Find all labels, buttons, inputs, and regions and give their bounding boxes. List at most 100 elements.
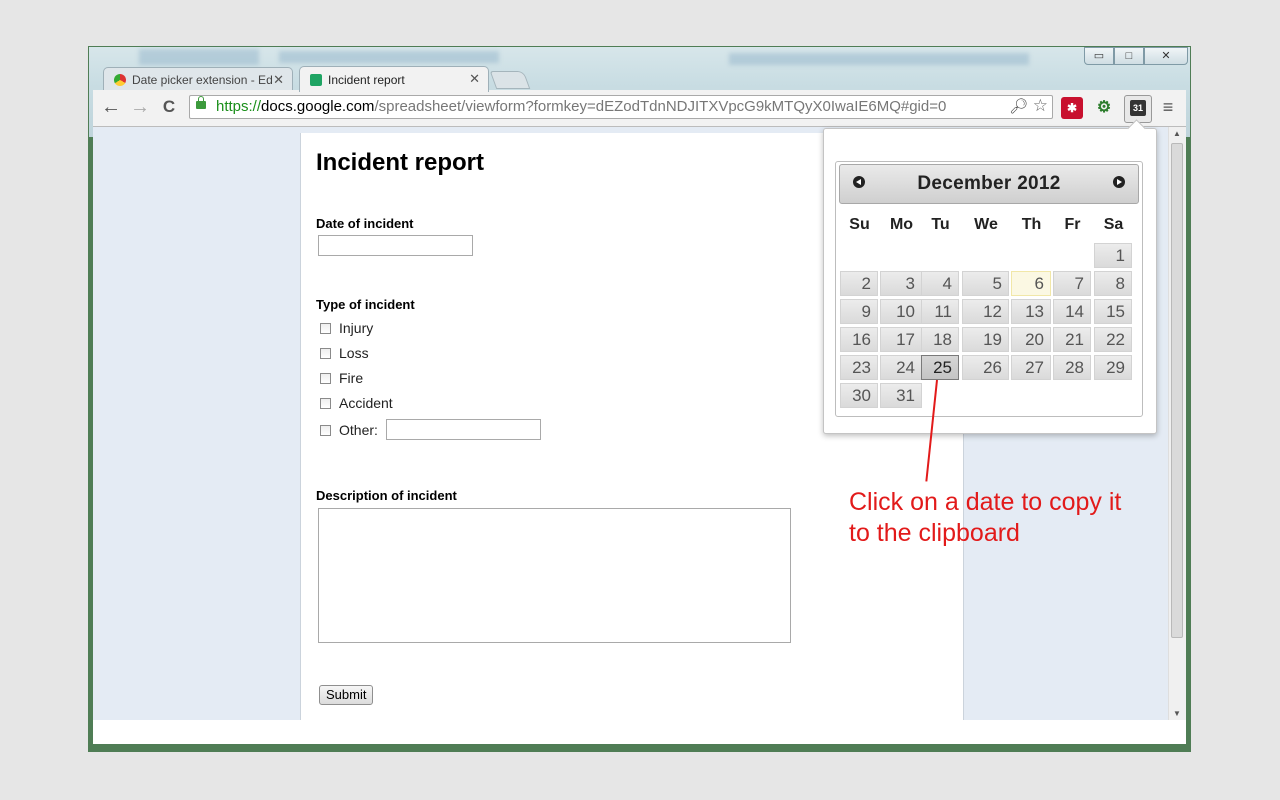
checkbox[interactable] (320, 347, 331, 359)
address-bar[interactable]: https://docs.google.com/spreadsheet/view… (189, 95, 1053, 119)
url-path: /spreadsheet/viewform?formkey=dEZodTdnND… (374, 98, 947, 115)
checkbox[interactable] (320, 322, 331, 334)
weekday-label: Mo (889, 216, 914, 233)
calendar-day[interactable]: 2 (840, 271, 878, 296)
reload-button[interactable]: C (157, 96, 181, 120)
checkbox[interactable] (320, 372, 331, 384)
option-fire[interactable]: Fire (320, 370, 363, 386)
description-textarea[interactable] (318, 508, 791, 643)
weekday-label: Tu (931, 216, 950, 233)
calendar-day[interactable]: 23 (840, 355, 878, 380)
url-scheme: https:// (216, 98, 262, 115)
weekday-label: We (974, 216, 998, 233)
checkbox[interactable] (320, 424, 331, 436)
type-of-incident-label: Type of incident (316, 297, 415, 312)
calendar-day[interactable]: 17 (880, 327, 922, 352)
search-icon[interactable]: 🔎︎ (1008, 96, 1028, 118)
back-button[interactable]: ← (99, 96, 123, 120)
description-label: Description of incident (316, 488, 457, 503)
calendar-31-icon: 31 (1130, 100, 1146, 116)
calendar-day[interactable]: 4 (921, 271, 959, 296)
calendar-day[interactable]: 5 (962, 271, 1009, 296)
submit-button[interactable]: Submit (319, 685, 374, 705)
calendar-day[interactable]: 15 (1094, 299, 1132, 324)
option-label: Fire (339, 370, 364, 386)
calendar-day[interactable]: 12 (962, 299, 1009, 324)
other-input[interactable] (386, 419, 541, 440)
weekday-label: Su (849, 216, 870, 233)
calendar-day[interactable]: 19 (962, 327, 1009, 352)
close-tab-icon[interactable]: ✕ (469, 71, 480, 87)
status-area (93, 720, 1186, 744)
tab-date-picker-extension[interactable]: Date picker extension - Ed ✕ (103, 67, 293, 91)
calendar-day[interactable]: 25 (921, 355, 959, 380)
calendar-day[interactable]: 22 (1094, 327, 1132, 352)
scroll-down-icon[interactable]: ▼ (1173, 709, 1181, 718)
calendar-day[interactable]: 29 (1094, 355, 1132, 380)
scrollbar-thumb[interactable] (1171, 143, 1183, 638)
calendar-day[interactable]: 28 (1053, 355, 1091, 380)
calendar-extension-button[interactable]: 31 (1124, 95, 1152, 123)
date-of-incident-label: Date of incident (316, 216, 414, 231)
calendar-month: December 2012 (917, 173, 1061, 194)
date-of-incident-input[interactable] (318, 235, 473, 256)
tools-icon[interactable]: ⚙ (1093, 97, 1115, 119)
weekday-label: Sa (1103, 216, 1124, 233)
option-label: Accident (339, 395, 393, 411)
weekday-label: Fr (1064, 216, 1081, 233)
close-tab-icon[interactable]: ✕ (273, 72, 284, 88)
menu-icon[interactable]: ≡ (1156, 96, 1180, 120)
google-forms-icon (310, 73, 322, 86)
calendar-day[interactable]: 26 (962, 355, 1009, 380)
url-host: docs.google.com (261, 98, 375, 115)
tab-title: Incident report (328, 72, 405, 87)
calendar-day[interactable]: 20 (1011, 327, 1051, 352)
calendar-day[interactable]: 27 (1011, 355, 1051, 380)
vertical-scrollbar[interactable]: ▲ ▼ (1168, 127, 1186, 720)
calendar-day[interactable]: 7 (1053, 271, 1091, 296)
option-loss[interactable]: Loss (320, 345, 369, 361)
calendar-day[interactable]: 13 (1011, 299, 1051, 324)
calendar-day[interactable]: 14 (1053, 299, 1091, 324)
lastpass-icon[interactable]: ✱ (1061, 97, 1083, 119)
calendar-day[interactable]: 18 (921, 327, 959, 352)
tab-title: Date picker extension - Ed (132, 72, 272, 87)
next-month-icon[interactable] (1113, 176, 1125, 188)
minimize-button[interactable]: ▭ (1084, 47, 1114, 65)
calendar-day[interactable]: 30 (840, 383, 878, 408)
calendar-day[interactable]: 24 (880, 355, 922, 380)
calendar-day[interactable]: 31 (880, 383, 922, 408)
page-title: Incident report (316, 149, 485, 176)
annotation-text: Click on a date to copy it to the clipbo… (849, 487, 1121, 549)
calendar-day[interactable]: 11 (921, 299, 959, 324)
calendar-day[interactable]: 3 (880, 271, 922, 296)
annotation-line-1: Click on a date to copy it (849, 488, 1122, 516)
calendar-day[interactable]: 16 (840, 327, 878, 352)
calendar-day[interactable]: 9 (840, 299, 878, 324)
browser-toolbar: ← → C https://docs.google.com/spreadshee… (93, 90, 1186, 127)
date-picker-popup: December 2012 Su Mo Tu We Th Fr Sa 1 2 3 4 5 6 7 8 9 10… (823, 128, 1157, 434)
lock-icon (196, 96, 206, 109)
calendar-day[interactable]: 21 (1053, 327, 1091, 352)
calendar-day[interactable]: 10 (880, 299, 922, 324)
calendar-day[interactable]: 6 (1011, 271, 1051, 296)
forward-button[interactable]: → (128, 96, 152, 120)
scroll-up-icon[interactable]: ▲ (1173, 129, 1181, 138)
maximize-button[interactable]: □ (1114, 47, 1144, 65)
calendar-day[interactable]: 1 (1094, 243, 1132, 268)
calendar: December 2012 Su Mo Tu We Th Fr Sa 1 2 3 4 5 6 7 8 9 10… (835, 161, 1143, 417)
option-injury[interactable]: Injury (320, 320, 373, 336)
new-tab-button[interactable] (489, 71, 531, 89)
option-label: Loss (339, 345, 369, 361)
chrome-web-store-icon (114, 73, 126, 86)
star-icon[interactable]: ☆ (1032, 96, 1048, 117)
window-controls: ▭ □ ✕ (1084, 47, 1188, 67)
checkbox[interactable] (320, 397, 331, 409)
option-label: Other: (339, 422, 378, 438)
tab-incident-report[interactable]: Incident report ✕ (299, 66, 489, 92)
option-other[interactable]: Other: (320, 422, 378, 438)
calendar-day[interactable]: 8 (1094, 271, 1132, 296)
option-accident[interactable]: Accident (320, 395, 393, 411)
close-window-button[interactable]: ✕ (1144, 47, 1188, 65)
option-label: Injury (339, 320, 374, 336)
